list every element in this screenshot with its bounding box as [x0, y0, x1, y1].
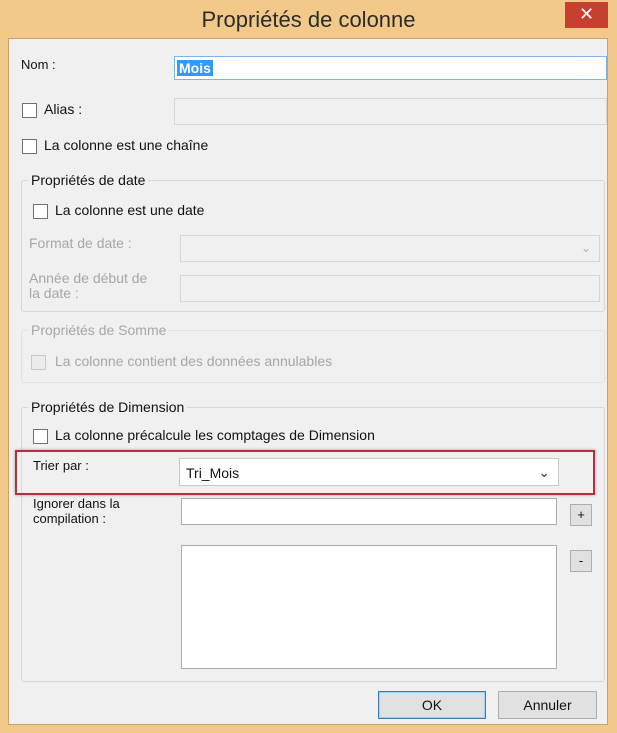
nom-input-value: Mois	[177, 60, 213, 76]
annee-debut-label: Année de début de la date :	[29, 270, 148, 301]
close-button[interactable]: ✕	[565, 2, 608, 28]
dialog-window: Propriétés de colonne ✕ Nom : Mois Alias…	[0, 0, 617, 733]
alias-checkbox[interactable]	[22, 103, 37, 118]
ok-button[interactable]: OK	[378, 691, 486, 719]
ignorer-list[interactable]	[181, 545, 557, 669]
remove-button-label: -	[578, 553, 584, 568]
cancel-button-label: Annuler	[523, 697, 572, 713]
nom-input[interactable]: Mois	[174, 56, 607, 80]
ok-button-label: OK	[421, 697, 443, 713]
dialog-title: Propriétés de colonne	[201, 7, 416, 32]
annulables-label: La colonne contient des données annulabl…	[55, 353, 333, 369]
ignorer-input[interactable]	[181, 498, 557, 525]
remove-button[interactable]: -	[570, 550, 592, 572]
cancel-button[interactable]: Annuler	[498, 691, 597, 719]
annee-debut-input[interactable]	[180, 275, 600, 302]
close-icon: ✕	[578, 4, 595, 25]
alias-label: Alias :	[44, 101, 83, 117]
somme-group-title: Propriétés de Somme	[28, 322, 170, 338]
alias-input[interactable]	[174, 98, 607, 125]
ignorer-compilation-label: Ignorer dans la compilation :	[33, 496, 120, 526]
add-button[interactable]: +	[570, 504, 592, 526]
chaine-label: La colonne est une chaîne	[44, 137, 209, 153]
precalc-checkbox[interactable]	[33, 429, 48, 444]
precalc-label: La colonne précalcule les comptages de D…	[55, 427, 375, 443]
nom-label: Nom :	[21, 57, 56, 72]
chevron-down-icon: ⌄	[580, 241, 591, 255]
add-button-label: +	[577, 507, 585, 522]
annulables-checkbox[interactable]	[31, 355, 46, 370]
is-date-checkbox[interactable]	[33, 204, 48, 219]
is-date-label: La colonne est une date	[55, 202, 205, 218]
title-bar[interactable]: Propriétés de colonne ✕	[0, 0, 617, 38]
format-date-label: Format de date :	[29, 235, 132, 251]
chaine-checkbox[interactable]	[22, 139, 37, 154]
date-group-title: Propriétés de date	[28, 172, 149, 188]
format-date-select[interactable]: ⌄	[180, 235, 600, 262]
dialog-client-area: Nom : Mois Alias : La colonne est une ch…	[8, 38, 608, 725]
highlight-box	[15, 450, 595, 495]
dimension-group-title: Propriétés de Dimension	[28, 399, 188, 415]
